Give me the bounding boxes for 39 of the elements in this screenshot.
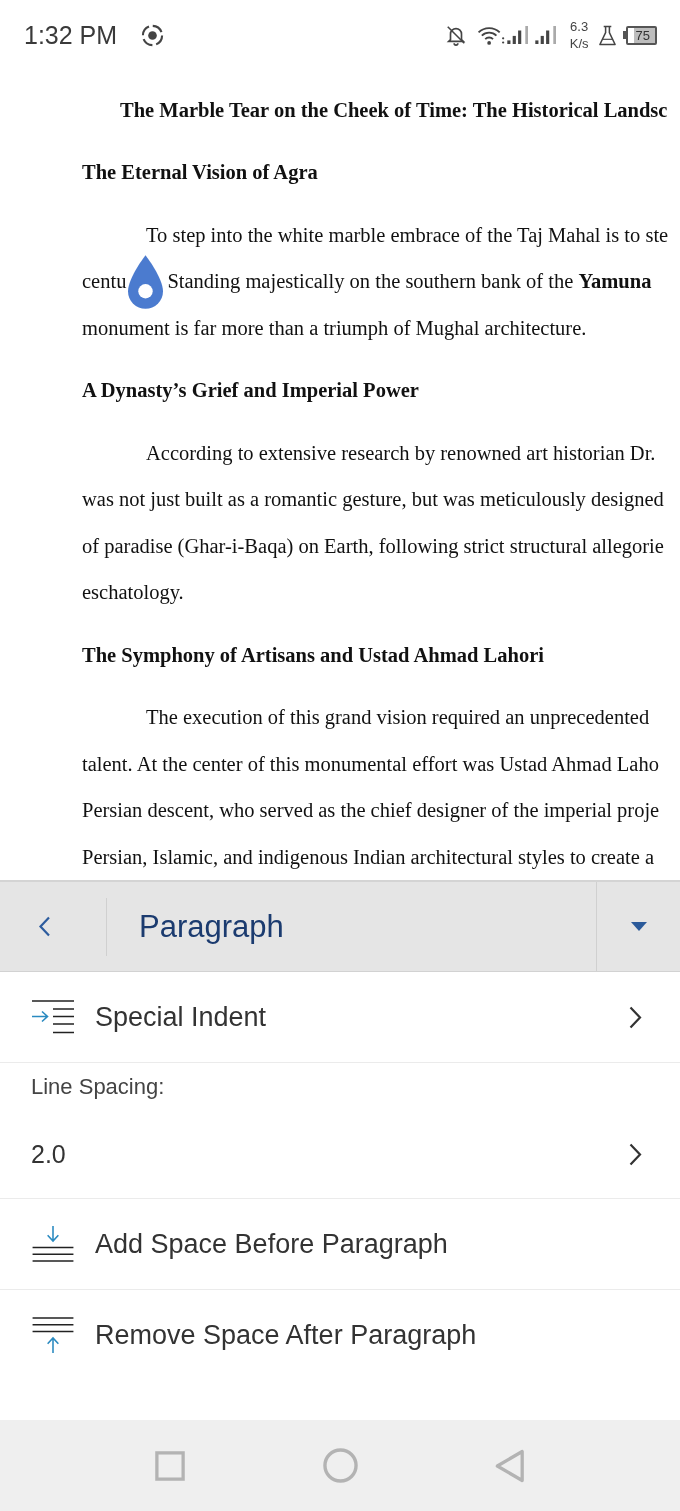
paragraph-line: was not just built as a romantic gesture, but was meticulously designed: [82, 488, 664, 512]
battery-indicator: 75: [622, 25, 657, 45]
chevron-right-icon: [629, 1142, 642, 1166]
flask-icon: [597, 24, 617, 46]
section-heading: A Dynasty’s Grief and Imperial Power: [82, 379, 419, 403]
paragraph-line: talent. At the center of this monumental effort was Ustad Ahmad Laho: [82, 752, 659, 776]
paragraph-line: The execution of this grand vision required an unprecedented: [146, 706, 650, 730]
section-label: Line Spacing:: [31, 1073, 165, 1100]
chevron-left-icon: [38, 916, 51, 937]
muted-bell-icon: [444, 24, 467, 46]
document-title: The Marble Tear on the Cheek of Time: The Historical Landsc: [120, 98, 668, 122]
paragraph-line: To step into the white marble embrace of the Taj Mahal is to ste: [146, 223, 669, 247]
cursor-handle-icon[interactable]: [128, 254, 164, 309]
network-speed-unit: K/s: [569, 35, 589, 52]
space-before-icon: [32, 1226, 74, 1262]
network-speed-value: 6.3: [570, 18, 589, 35]
square-icon[interactable]: [155, 1450, 185, 1481]
status-time: 1:32 PM: [24, 20, 118, 50]
chevron-right-icon: [629, 1005, 642, 1029]
signal-icon: [506, 26, 531, 44]
paragraph-line: monument is far more than a triumph of Mughal architecture.: [82, 316, 587, 340]
paragraph-line: Standing majestically on the southern bank of the Yamuna: [167, 270, 652, 294]
space-after-icon: [32, 1317, 74, 1353]
paragraph-line: Persian, Islamic, and indigenous Indian architectural styles to create a: [82, 845, 655, 869]
section-heading: The Symphony of Artisans and Ustad Ahmad Lahori: [82, 643, 544, 667]
circle-icon[interactable]: [322, 1448, 358, 1483]
paragraph-line: centu: [82, 270, 127, 294]
section-heading: The Eternal Vision of Agra: [82, 161, 318, 185]
screen-record-icon: [141, 23, 165, 47]
paragraph-line: eschatology.: [82, 581, 184, 605]
triangle-icon[interactable]: [495, 1448, 525, 1483]
caret-down-icon: [630, 922, 647, 931]
paragraph-line: According to extensive research by renowned art historian Dr.: [146, 441, 656, 465]
panel-title: Paragraph: [139, 908, 284, 945]
indent-icon: [32, 999, 74, 1035]
paragraph-line: of paradise (Ghar-i-Baqa) on Earth, following strict structural allegorie: [82, 534, 664, 558]
wifi-icon: [476, 24, 505, 46]
signal-icon: [534, 26, 559, 44]
paragraph-line: Persian descent, who served as the chief designer of the imperial proje: [82, 799, 660, 823]
